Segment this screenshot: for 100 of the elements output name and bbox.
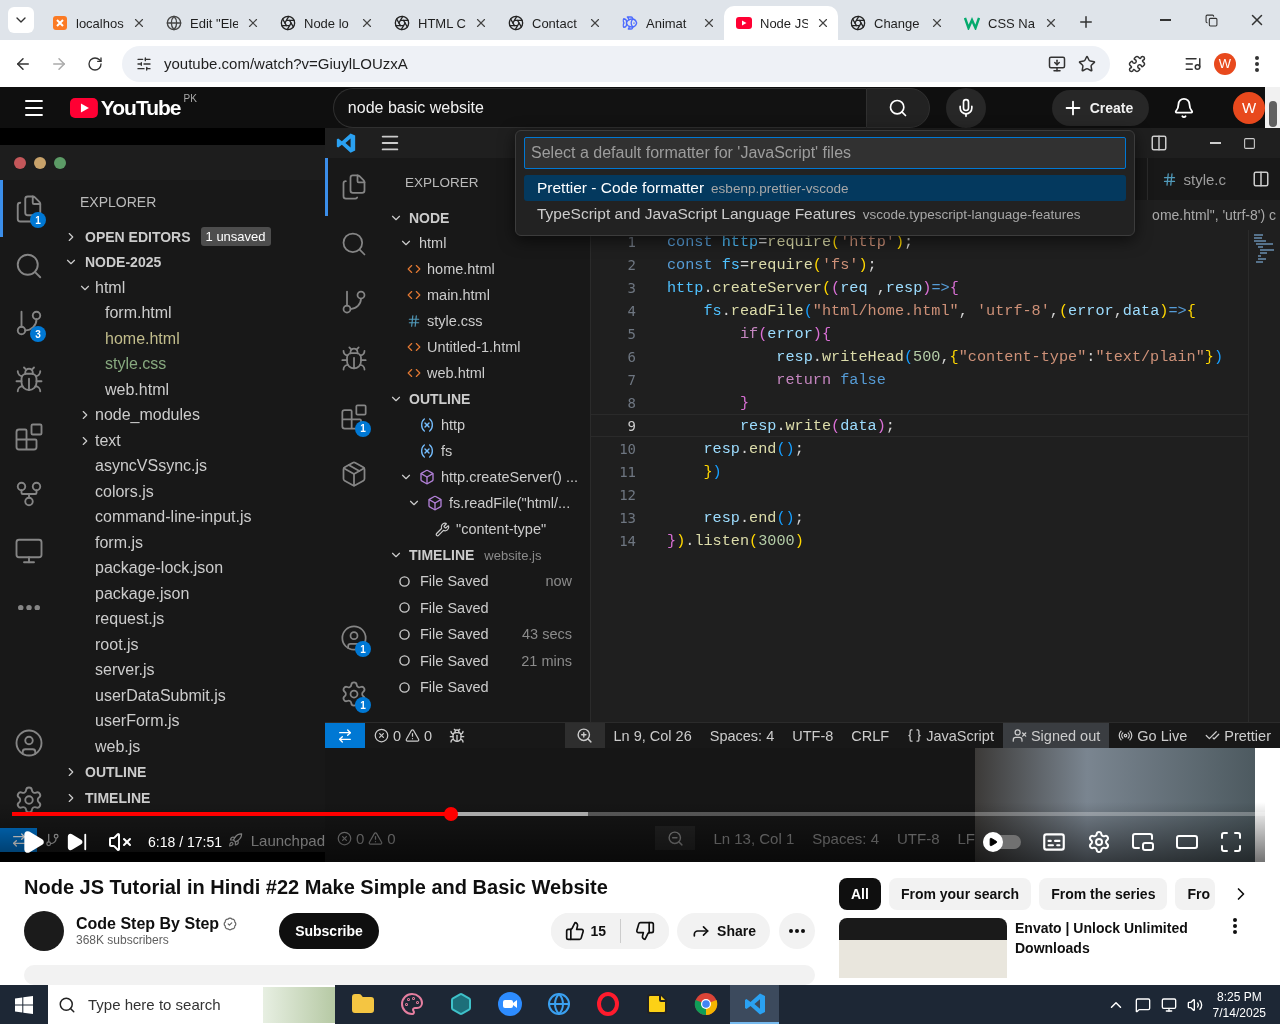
section-header[interactable]: NODE-2025	[85, 254, 162, 271]
file-name[interactable]: home.html	[427, 261, 495, 277]
search-input[interactable]: Type here to search	[86, 995, 253, 1014]
install-icon[interactable]	[1048, 54, 1066, 73]
file-name[interactable]: web.html	[105, 380, 170, 399]
close-icon[interactable]	[588, 16, 602, 30]
breadcrumb[interactable]: ome.html", 'utrf-8') c	[1152, 207, 1276, 223]
formatter-option[interactable]: TypeScript and JavaScript Language Features vscode.typescript-language-features	[524, 201, 1126, 227]
related-video-title[interactable]: Envato | Unlock Unlimited Downloads	[1015, 918, 1225, 978]
formatter-search-field[interactable]: Select a default formatter for 'JavaScript' files	[524, 137, 1126, 169]
browser-tab[interactable]: Change	[838, 6, 952, 40]
file-name[interactable]: home.html	[105, 329, 180, 348]
file-name[interactable]: server.js	[95, 661, 155, 680]
autoplay-toggle[interactable]	[983, 834, 1021, 849]
profile-avatar[interactable]: W	[1233, 91, 1266, 124]
minimize-dot-icon[interactable]	[34, 156, 46, 169]
file-name[interactable]: style.css	[105, 355, 167, 374]
search-field[interactable]: node basic website	[332, 87, 866, 128]
ribbon-logo-icon[interactable]	[335, 132, 357, 154]
formatter-option[interactable]: Prettier - Code formatter esbenp.prettier-vscode	[524, 175, 1126, 201]
settings-icon[interactable]	[14, 784, 44, 815]
close-icon[interactable]	[816, 16, 830, 30]
timeline-entry[interactable]: File Saved	[420, 652, 489, 669]
close-icon[interactable]	[1044, 16, 1058, 30]
status-item[interactable]: Signed out	[1002, 723, 1110, 748]
outline-symbol[interactable]: fs	[441, 443, 453, 459]
timeline-entry[interactable]: File Saved	[420, 679, 489, 696]
status-item[interactable]: Ln 9, Col 26	[604, 723, 701, 748]
status-item[interactable]: Prettier	[1196, 723, 1280, 748]
status-item[interactable]: Go Live	[1109, 723, 1197, 748]
notifications-icon[interactable]	[1173, 96, 1196, 119]
network-icon[interactable]	[1160, 996, 1177, 1013]
zoom-button[interactable]	[564, 723, 605, 748]
file-name[interactable]: web.html	[427, 365, 486, 381]
address-bar[interactable]: youtube.com/watch?v=GiuylLOUzxA	[122, 45, 1110, 82]
filter-chip[interactable]: From the series	[1039, 878, 1168, 910]
status-item[interactable]: UTF-8	[783, 723, 843, 748]
zoom-dot-icon[interactable]	[54, 156, 66, 169]
browser-tab[interactable]: Animat	[610, 6, 724, 40]
fullscreen-button[interactable]	[1219, 829, 1243, 854]
folder-name[interactable]: html	[95, 278, 126, 297]
timeline-entry[interactable]: File Saved	[420, 599, 489, 616]
run-debug-icon[interactable]	[14, 364, 44, 395]
outline-symbol[interactable]: fs.readFile("html/...	[449, 495, 571, 511]
more-button[interactable]	[779, 913, 815, 949]
status-item[interactable]: JavaScript	[898, 723, 1003, 748]
file-name[interactable]: package-lock.json	[95, 559, 224, 578]
file-name[interactable]: root.js	[95, 635, 139, 654]
browser-tab[interactable]: localhos	[40, 6, 154, 40]
status-item[interactable]: CRLF	[842, 723, 899, 748]
editor-tab[interactable]: style.c	[1147, 158, 1280, 200]
share-button[interactable]: Share	[677, 913, 770, 949]
timeline-entry[interactable]: File Saved	[420, 626, 489, 643]
clock[interactable]: 8:25 PM 7/14/2025	[1212, 988, 1266, 1021]
section-header[interactable]: NODE	[409, 210, 450, 226]
browser-tab[interactable]: Edit "Ele	[154, 6, 268, 40]
close-icon[interactable]	[702, 16, 716, 30]
channel-avatar[interactable]	[24, 911, 64, 951]
remote-button[interactable]	[325, 723, 365, 748]
file-name[interactable]: form.html	[105, 304, 172, 323]
taskbar-search-bar[interactable]: Type here to search	[48, 985, 335, 1024]
extensions-icon[interactable]	[14, 421, 44, 452]
search-button[interactable]	[865, 87, 930, 128]
outline-symbol[interactable]: "content-type"	[456, 521, 547, 537]
files-icon[interactable]	[14, 193, 44, 224]
launchpad-label[interactable]: Launchpad	[250, 831, 325, 849]
file-name[interactable]: web.js	[95, 737, 141, 756]
file-name[interactable]: main.html	[427, 287, 490, 303]
split-editor-icon[interactable]	[1252, 170, 1270, 188]
status-item[interactable]: Spaces: 4	[700, 723, 784, 748]
timeline-entry[interactable]: File Saved	[420, 573, 489, 590]
folder-name[interactable]: text	[95, 431, 121, 450]
account-icon[interactable]	[14, 727, 44, 758]
settings-icon[interactable]	[340, 680, 368, 708]
logo-text[interactable]: YouTube	[100, 95, 181, 120]
settings-button[interactable]	[1087, 829, 1111, 854]
filter-chip[interactable]: From your search	[888, 878, 1032, 910]
bookmark-icon[interactable]	[1078, 54, 1096, 73]
file-name[interactable]: request.js	[95, 610, 165, 629]
account-icon[interactable]	[340, 624, 368, 652]
file-name[interactable]: form.js	[95, 533, 143, 552]
site-settings-icon[interactable]	[136, 55, 152, 72]
browser-tab[interactable]: HTML C	[382, 6, 496, 40]
problems-status[interactable]: 0 0	[365, 723, 442, 748]
close-icon[interactable]	[246, 16, 260, 30]
file-name[interactable]: userDataSubmit.js	[95, 686, 226, 705]
section-header[interactable]: OPEN EDITORS	[85, 228, 191, 245]
file-name[interactable]: asyncVSsync.js	[95, 457, 208, 476]
extensions-icon[interactable]	[340, 402, 368, 431]
tab-search-button[interactable]	[8, 7, 34, 33]
debug-icon[interactable]	[449, 727, 466, 744]
branch-icon[interactable]	[45, 832, 60, 848]
close-icon[interactable]	[132, 16, 146, 30]
package-icon[interactable]	[340, 460, 368, 489]
section-header[interactable]: TIMELINE	[409, 547, 475, 563]
more-icon[interactable]	[1233, 918, 1237, 934]
file-name[interactable]: style.css	[427, 313, 483, 329]
files-icon[interactable]	[340, 172, 368, 201]
message-icon[interactable]	[1134, 996, 1151, 1013]
more-icon[interactable]	[1255, 55, 1259, 72]
